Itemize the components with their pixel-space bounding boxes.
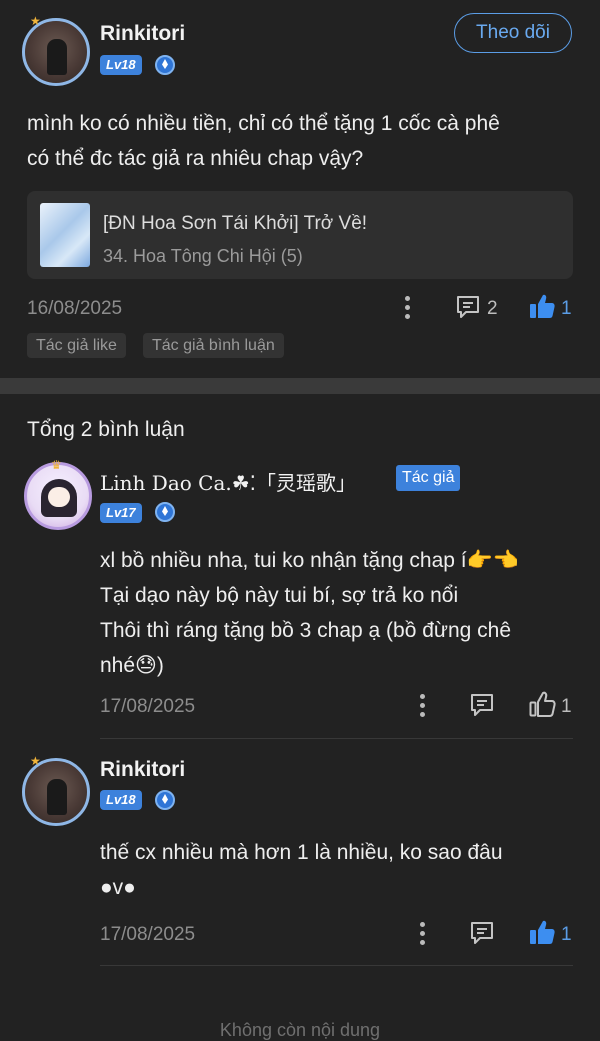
book-cover-image (40, 203, 90, 267)
chapter-card[interactable]: [ĐN Hoa Sơn Tái Khởi] Trở Về! 34. Hoa Tô… (27, 191, 573, 279)
follow-button[interactable]: Theo dõi (454, 13, 572, 53)
level-badge: Lv17 (100, 503, 142, 523)
level-badge: Lv18 (100, 55, 142, 75)
comment-count: 2 (487, 298, 498, 319)
post-username[interactable]: Rinkitori (100, 22, 185, 46)
comment-date: 17/08/2025 (100, 696, 196, 717)
verified-icon (155, 55, 175, 75)
avatar[interactable] (22, 758, 90, 826)
avatar[interactable] (24, 462, 92, 530)
like-icon[interactable] (527, 917, 557, 947)
post-date: 16/08/2025 (27, 298, 123, 319)
like-icon[interactable] (527, 291, 557, 321)
comment-separator (100, 965, 573, 966)
comment-username[interactable]: Linh Dao Ca.☘⁚「灵瑶歌」 (100, 467, 356, 496)
more-icon[interactable] (420, 922, 426, 948)
avatar-face (48, 487, 70, 507)
like-outline-icon[interactable] (527, 689, 557, 719)
crown-icon: ♛ (51, 458, 62, 472)
writer-crown-icon: ★ (30, 14, 41, 28)
comments-total: Tổng 2 bình luận (27, 418, 185, 441)
more-icon[interactable] (420, 694, 426, 720)
tag-author-like: Tác giả like (27, 333, 126, 358)
reply-icon[interactable] (468, 691, 496, 719)
card-title: [ĐN Hoa Sơn Tái Khởi] Trở Về! (103, 213, 368, 234)
like-count: 1 (561, 924, 572, 945)
avatar-figure (47, 39, 67, 75)
more-icon[interactable] (405, 296, 411, 322)
card-subtitle: 34. Hoa Tông Chi Hội (5) (103, 246, 303, 266)
writer-crown-icon: ★ (30, 754, 41, 768)
comment-username[interactable]: Rinkitori (100, 758, 185, 782)
reply-icon[interactable] (468, 919, 496, 947)
comment-content: thế cx nhiều mà hơn 1 là nhiều, ko sao đ… (100, 841, 503, 899)
tag-author-comment: Tác giả bình luận (143, 333, 284, 358)
verified-icon (155, 502, 175, 522)
author-badge: Tác giả (396, 465, 461, 491)
like-count: 1 (561, 696, 572, 717)
level-badge: Lv18 (100, 790, 142, 810)
avatar-figure (47, 779, 67, 815)
post-content: mình ko có nhiều tiền, chỉ có thể tặng 1… (27, 112, 500, 170)
section-divider (0, 378, 600, 394)
comment-date: 17/08/2025 (100, 924, 196, 945)
verified-icon (155, 790, 175, 810)
comment-content: xl bồ nhiều nha, tui ko nhận tặng chap í… (100, 549, 519, 677)
end-of-content-text: Không còn nội dung (219, 1020, 381, 1040)
comment-separator (100, 738, 573, 739)
like-count: 1 (561, 298, 572, 319)
avatar[interactable] (22, 18, 90, 86)
comment-icon[interactable] (454, 293, 482, 321)
